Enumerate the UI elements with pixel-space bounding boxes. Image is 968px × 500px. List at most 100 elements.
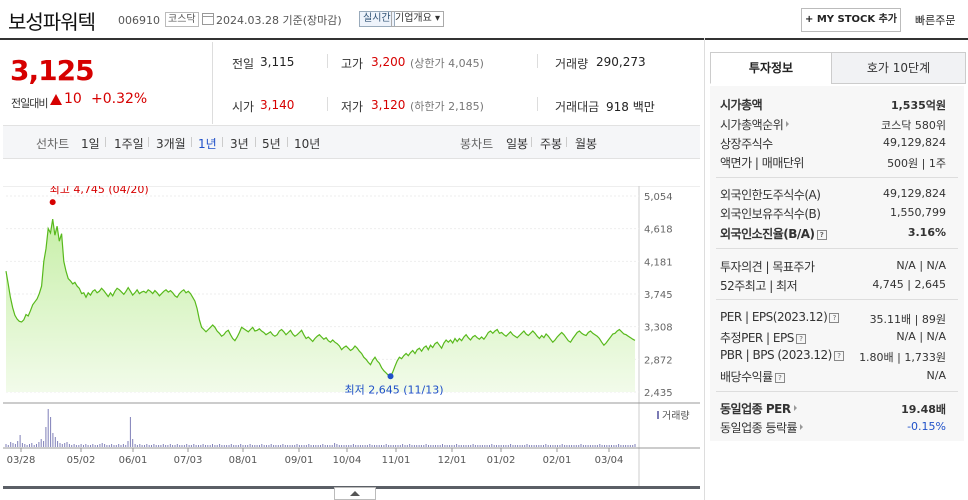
prev-close-label: 전일 — [232, 57, 255, 71]
x-tick-label: 11/01 — [382, 455, 411, 466]
stock-header: 보성파워텍 006910 코스닥 2024.03.28 기준(장마감) 실시간 … — [0, 0, 968, 40]
upper-limit: (상한가 4,045) — [410, 57, 484, 70]
dividend-yield-value: N/A — [926, 369, 946, 382]
sector-change-value: -0.15% — [907, 420, 946, 433]
candle-daily[interactable]: 일봉 — [506, 135, 528, 152]
divider — [327, 97, 328, 111]
foreign-ratio-value: 3.16% — [907, 226, 946, 239]
sector-per-label[interactable]: 동일업종 PER — [720, 400, 797, 417]
period-1d[interactable]: 1일 — [81, 135, 100, 152]
y-tick-label: 4,181 — [644, 257, 673, 268]
divider — [287, 137, 288, 147]
help-icon[interactable]: ? — [829, 313, 840, 323]
candle-monthly[interactable]: 월봉 — [575, 135, 597, 152]
high-label: 고가 — [341, 57, 364, 71]
per-eps-value: 35.11배 | 89원 — [869, 313, 946, 326]
divider — [716, 391, 958, 392]
up-arrow-icon — [50, 94, 62, 105]
y-tick-label: 2,435 — [644, 388, 673, 399]
pbr-bps-value: 1.80배 | 1,733원 — [859, 351, 946, 364]
period-5y[interactable]: 5년 — [262, 135, 281, 152]
period-3m[interactable]: 3개월 — [156, 135, 186, 152]
dividend-yield-label: 배당수익률? — [720, 368, 785, 385]
triangle-right-icon — [793, 405, 797, 411]
divider — [148, 137, 149, 147]
y-tick-label: 3,745 — [644, 290, 673, 301]
x-tick-label: 05/02 — [67, 455, 96, 466]
help-icon[interactable]: ? — [795, 334, 806, 344]
period-1y[interactable]: 1년 — [198, 135, 217, 152]
add-my-stock-button[interactable]: + MY STOCK 추가 — [801, 8, 901, 32]
opinion-target-label: 투자의견 | 목표주가 — [720, 260, 815, 274]
listed-shares-label: 상장주식수 — [720, 137, 773, 151]
divider — [537, 54, 538, 68]
quick-order-link[interactable]: 빠른주문 — [915, 12, 955, 28]
stock-name: 보성파워텍 — [8, 10, 96, 34]
volume-label: 거래량 — [555, 57, 589, 71]
divider — [716, 248, 958, 249]
candle-chart-title: 봉차트 — [460, 137, 494, 151]
calendar-icon — [202, 13, 214, 25]
x-tick-label: 07/03 — [174, 455, 203, 466]
low-label: 저가 — [341, 100, 364, 114]
high-marker — [49, 199, 56, 206]
y-tick-label: 4,618 — [644, 225, 673, 236]
sector-change-label[interactable]: 동일업종 등락률 — [720, 419, 804, 436]
period-3y[interactable]: 3년 — [230, 135, 249, 152]
divider — [327, 54, 328, 68]
tab-invest-info[interactable]: 투자정보 — [710, 52, 832, 84]
divider — [255, 137, 256, 147]
divider — [105, 137, 106, 147]
triangle-right-icon — [786, 121, 790, 127]
period-10y[interactable]: 10년 — [294, 135, 320, 152]
y-tick-label: 3,308 — [644, 323, 673, 334]
help-icon[interactable]: ? — [833, 351, 844, 361]
pbr-bps-label: PBR | BPS (2023.12)? — [720, 348, 844, 362]
company-overview-dropdown[interactable]: 기업개요 ▾ — [391, 11, 444, 27]
trade-value: 918 백만 — [606, 100, 655, 114]
opinion-target-value: N/A | N/A — [896, 259, 946, 272]
low-annotation: 최저 2,645 (11/13) — [345, 383, 444, 396]
week52-label: 52주최고 | 최저 — [720, 279, 798, 293]
per-eps-label: PER | EPS(2023.12)? — [720, 310, 840, 324]
est-per-eps-value: N/A | N/A — [896, 330, 946, 343]
trade-value-label: 거래대금 — [555, 100, 600, 114]
realtime-button[interactable]: 실시간 — [359, 11, 395, 27]
x-tick-label: 08/01 — [229, 455, 258, 466]
market-cap-rank-value: 코스닥 580위 — [881, 119, 946, 132]
divider — [716, 177, 958, 178]
low-value: 3,120 — [371, 98, 406, 112]
help-icon[interactable]: ? — [774, 373, 785, 383]
x-tick-label: 06/01 — [119, 455, 148, 466]
divider — [716, 299, 958, 300]
candle-weekly[interactable]: 주봉 — [540, 135, 562, 152]
period-1w[interactable]: 1주일 — [114, 135, 144, 152]
help-icon[interactable]: ? — [816, 230, 827, 240]
volume-value: 290,273 — [596, 55, 646, 69]
y-tick-label: 5,054 — [644, 192, 673, 203]
lower-limit: (하한가 2,185) — [410, 100, 484, 113]
market-cap-rank-label[interactable]: 시가총액순위 — [720, 116, 790, 133]
divider — [222, 137, 223, 147]
x-tick-label: 02/01 — [543, 455, 572, 466]
foreign-limit-label: 외국인한도주식수(A) — [720, 188, 821, 202]
chart-period-bar: 선차트 1일 1주일 3개월 1년 3년 5년 10년 봉차트 일봉 주봉 월봉 — [3, 125, 700, 159]
foreign-holding-value: 1,550,799 — [890, 206, 946, 219]
tab-orderbook[interactable]: 호가 10단계 — [831, 52, 966, 84]
divider — [191, 137, 192, 147]
open-label: 시가 — [232, 100, 255, 114]
price-chart[interactable]: 5,054 4,618 4,181 3,745 3,308 2,872 2,435 최고 4,… — [3, 186, 700, 498]
x-tick-label: 12/01 — [438, 455, 467, 466]
base-date: 2024.03.28 기준(장마감) — [216, 14, 342, 27]
change-value: 10 — [64, 91, 82, 107]
foreign-limit-value: 49,129,824 — [883, 187, 946, 200]
volume-legend-swatch — [657, 411, 659, 419]
low-marker — [387, 373, 394, 380]
market-cap-value: 1,535억원 — [890, 99, 946, 112]
triangle-right-icon — [800, 424, 804, 430]
sector-per-value: 19.48배 — [901, 403, 946, 416]
change-percent: +0.32% — [91, 91, 148, 107]
chart-collapse-button[interactable] — [334, 487, 376, 500]
est-per-eps-label: 추정PER | EPS? — [720, 329, 806, 346]
x-tick-label: 01/02 — [487, 455, 516, 466]
